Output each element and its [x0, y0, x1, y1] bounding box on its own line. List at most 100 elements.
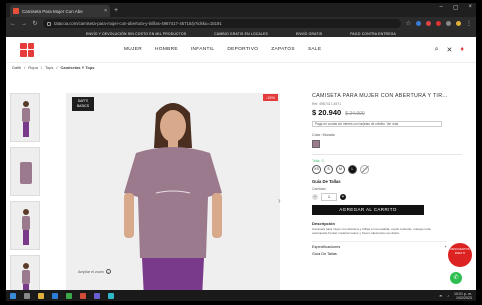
shopping-bag-icon[interactable]: ♦ — [460, 46, 464, 54]
product-title: CAMISETA PARA MUJER CON ABERTURA Y TIR..… — [312, 93, 448, 99]
chrome-icon[interactable] — [80, 292, 86, 299]
os-taskbar: ≋ ♪ 10:01 p. m. 1/02/2023 — [6, 290, 476, 301]
promo-item[interactable]: ENVÍO Y DEVOLUCIÓN SIN COSTO EN MIL PROD… — [86, 32, 186, 36]
extension-icon[interactable] — [426, 21, 431, 26]
discount-badge: -15% — [262, 94, 278, 101]
quantity-label: Cantidad — [312, 187, 326, 191]
nav-item-mujer[interactable]: MUJER — [124, 47, 142, 52]
search-taskbar-icon[interactable] — [24, 292, 30, 299]
extension-icon[interactable] — [416, 21, 421, 26]
old-price: $ 24.900 — [345, 111, 365, 117]
url-field[interactable]: tatacoa.com/camiseta-para-mujer-con-aber… — [43, 19, 401, 28]
nav-item-infantil[interactable]: INFANTIL — [191, 47, 214, 52]
description-text: Camiseta para mujer con abertura y tiril… — [312, 227, 432, 235]
whatsapp-icon[interactable]: ✆ — [450, 272, 462, 284]
clock-date: 1/02/2023 — [456, 295, 472, 300]
promo-floating-badge[interactable]: DESCUENTOS PARA TI — [448, 243, 472, 267]
app-icon[interactable] — [94, 292, 100, 299]
start-button-icon[interactable] — [10, 292, 16, 299]
url-text: tatacoa.com/camiseta-para-mujer-con-aber… — [54, 21, 222, 26]
current-price: $ 20.940 — [312, 108, 342, 117]
size-option-xs[interactable]: XS — [312, 165, 321, 174]
nav-item-deportivo[interactable]: DEPORTIVO — [227, 47, 258, 52]
reload-icon[interactable]: ↻ — [32, 20, 38, 27]
search-icon[interactable]: ⌕ — [435, 46, 439, 54]
forward-icon[interactable]: → — [21, 21, 27, 27]
maximize-button[interactable]: ▢ — [453, 4, 459, 11]
nav-item-hombre[interactable]: HOMBRE — [155, 47, 178, 52]
breadcrumb-item[interactable]: Ropa — [28, 65, 38, 70]
next-image-arrow-icon[interactable]: › — [278, 196, 281, 205]
new-tab-button[interactable]: + — [114, 5, 118, 17]
product-ref: Ref. 4967417-4571 — [312, 102, 342, 106]
size-option-s[interactable]: S — [324, 165, 333, 174]
site-header: MUJER HOMBRE INFANTIL DEPORTIVO ZAPATOS … — [6, 37, 476, 63]
browser-tab[interactable]: Camiseta Para Mujer Con Abe × — [10, 5, 110, 17]
profile-avatar[interactable] — [456, 21, 461, 26]
specifications-label: Especificaciones — [312, 245, 341, 249]
system-tray: ≋ ♪ 10:01 p. m. 1/02/2023 — [439, 292, 472, 300]
quantity-plus-button[interactable]: + — [340, 194, 346, 200]
menu-kebab-icon[interactable]: ⋮ — [466, 20, 472, 27]
address-bar-row: ← → ↻ tatacoa.com/camiseta-para-mujer-co… — [6, 17, 476, 30]
brand-badge: DAFITI BASICS — [72, 97, 94, 111]
clock[interactable]: 10:01 p. m. 1/02/2023 — [454, 292, 472, 300]
breadcrumb-item[interactable]: Dafiti — [12, 65, 21, 70]
minimize-button[interactable]: – — [439, 4, 442, 11]
nav-item-sale[interactable]: SALE — [308, 47, 321, 52]
window-controls: – ▢ × — [439, 4, 472, 11]
quantity-input[interactable]: 1 — [321, 193, 337, 201]
user-icon[interactable]: ✕ — [447, 46, 453, 54]
quantity-minus-button[interactable]: - — [312, 194, 318, 200]
size-option-m[interactable]: M — [336, 165, 345, 174]
model-figure — [22, 209, 30, 245]
extension-icon[interactable] — [446, 21, 451, 26]
tab-close-icon[interactable]: × — [104, 8, 107, 14]
breadcrumb: Dafiti / Ropa / Tops / Camisetas Y Tops — [12, 64, 95, 70]
specifications-row[interactable]: Especificaciones + — [312, 241, 447, 249]
app-icon[interactable] — [66, 292, 72, 299]
main-nav: MUJER HOMBRE INFANTIL DEPORTIVO ZAPATOS … — [124, 47, 321, 52]
zoom-hint[interactable]: Ampliar el zoom + — [78, 269, 111, 274]
promo-item[interactable]: PAGO CONTRA ENTREGA — [350, 32, 396, 36]
expand-plus-icon: + — [444, 245, 447, 249]
nav-item-zapatos[interactable]: ZAPATOS — [271, 47, 295, 52]
thumbnail[interactable] — [10, 255, 40, 295]
color-swatch[interactable] — [312, 140, 320, 148]
header-icons: ⌕ ✕ ♦ — [435, 46, 464, 54]
close-window-button[interactable]: × — [468, 4, 472, 11]
bookmark-star-icon[interactable]: ☆ — [406, 20, 411, 27]
size-guide-link-bottom[interactable]: Guía De Tallas — [312, 252, 447, 256]
thumbnail[interactable] — [10, 93, 40, 142]
edge-icon[interactable] — [52, 292, 58, 299]
zoom-icon: + — [105, 269, 111, 274]
installments-info[interactable]: Paga en cuotas sin interés con tarjetas … — [312, 121, 442, 127]
brand-badge-line: BASICS — [76, 104, 90, 108]
divider — [312, 154, 462, 155]
thumbnail[interactable] — [10, 201, 40, 250]
app-icon[interactable] — [108, 292, 114, 299]
description-heading: Descripción — [312, 221, 335, 226]
size-guide-link[interactable]: Guía De Tallas — [312, 179, 462, 184]
promo-item[interactable]: CAMBIO GRATIS EN LOCALES — [214, 32, 268, 36]
quantity-stepper: - 1 + — [312, 193, 462, 201]
favicon-icon — [13, 8, 19, 14]
promo-item[interactable]: ENVÍO GRATIS — [296, 32, 322, 36]
breadcrumb-item[interactable]: Tops — [45, 65, 53, 70]
extension-icon[interactable] — [436, 21, 441, 26]
clock-time: 10:01 p. m. — [454, 291, 472, 296]
size-option-l[interactable]: L — [348, 165, 357, 174]
file-explorer-icon[interactable] — [38, 292, 44, 299]
wifi-icon[interactable]: ≋ — [439, 294, 442, 298]
tab-title: Camiseta Para Mujer Con Abe — [22, 8, 83, 14]
promo-bar: ENVÍO Y DEVOLUCIÓN SIN COSTO EN MIL PROD… — [6, 30, 476, 37]
thumbnail[interactable] — [10, 147, 40, 196]
volume-icon[interactable]: ♪ — [447, 294, 449, 298]
model-illustration — [66, 93, 280, 298]
add-to-cart-button[interactable]: AGREGAR AL CARRITO — [312, 205, 424, 215]
brand-logo[interactable] — [20, 42, 34, 57]
main-product-image[interactable]: DAFITI BASICS -15% Ampliar el zoom + — [66, 93, 280, 298]
size-option-xl[interactable]: XL — [360, 165, 369, 174]
back-icon[interactable]: ← — [10, 21, 16, 27]
tab-strip: Camiseta Para Mujer Con Abe × + – ▢ × — [6, 3, 476, 17]
